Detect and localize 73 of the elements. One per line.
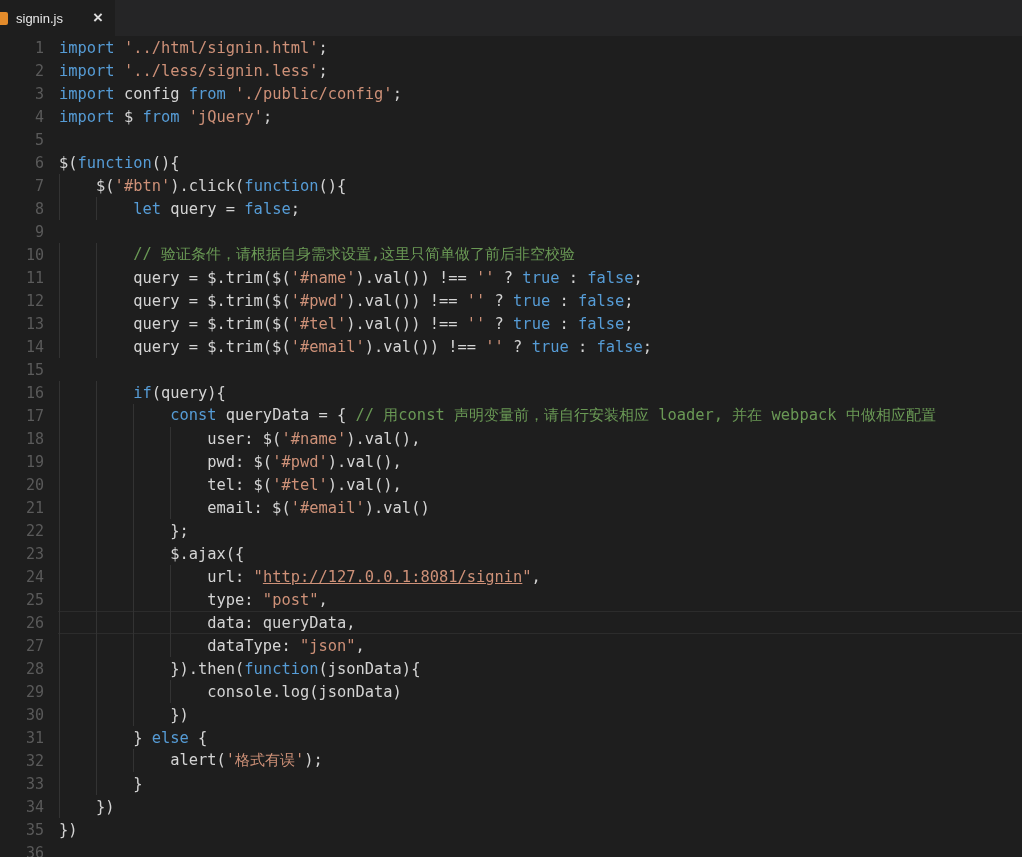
line-number: 36 [24, 843, 45, 857]
code-line: user: $('#name').val(), [207, 429, 421, 448]
line-number: 12 [24, 291, 45, 310]
code-line: pwd: $('#pwd').val(), [207, 452, 402, 471]
line-number: 18 [24, 429, 45, 448]
code-line: query = $.trim($('#tel').val()) !== '' ? true : false; [133, 314, 634, 333]
line-number: 7 [33, 176, 45, 195]
line-number: 32 [24, 751, 45, 770]
code-line: }) [59, 820, 78, 839]
line-number: 28 [24, 659, 45, 678]
line-number: 10 [24, 245, 45, 264]
code-line: data: queryData, [207, 613, 356, 632]
line-number: 13 [24, 314, 45, 333]
line-number: 8 [33, 199, 45, 218]
code-line: const queryData = { // 用const 声明变量前，请自行安装相应 loader, 并在 webpack 中做相应配置 [170, 405, 936, 426]
code-line: $('#btn').click(function(){ [96, 176, 347, 195]
tab-label: signin.js [16, 10, 63, 26]
line-number: 6 [33, 153, 45, 172]
js-file-icon [0, 11, 8, 25]
line-number: 14 [24, 337, 45, 356]
line-number: 9 [33, 222, 45, 241]
code-line: url: "http://127.0.0.1:8081/signin", [207, 567, 541, 586]
code-line: import '../less/signin.less'; [59, 61, 328, 80]
code-line: tel: $('#tel').val(), [207, 475, 402, 494]
code-line: query = $.trim($('#email').val()) !== '' ? true : false; [133, 337, 653, 356]
code-line: let query = false; [133, 199, 300, 218]
code-line: import $ from 'jQuery'; [59, 107, 273, 126]
code-line: import config from './public/config'; [59, 84, 402, 103]
line-number: 30 [24, 705, 45, 724]
code-line: // 验证条件，请根据自身需求设置,这里只简单做了前后非空校验 [133, 244, 576, 265]
code-line: alert('格式有误'); [170, 750, 323, 771]
line-number: 33 [24, 774, 45, 793]
line-number: 24 [24, 567, 45, 586]
code-line: }) [170, 705, 189, 724]
line-number: 25 [24, 590, 45, 609]
line-number: 20 [24, 475, 45, 494]
code-line: import '../html/signin.html'; [59, 38, 328, 57]
close-icon[interactable]: × [92, 8, 103, 28]
line-number: 29 [24, 682, 45, 701]
line-number: 21 [24, 498, 45, 517]
line-number: 2 [33, 61, 45, 80]
code-line: query = $.trim($('#pwd').val()) !== '' ? true : false; [133, 291, 634, 310]
line-number: 17 [24, 406, 45, 425]
code-url: http://127.0.0.1:8081/signin [262, 567, 523, 586]
line-number: 26 [24, 613, 45, 632]
line-number: 34 [24, 797, 45, 816]
line-number: 27 [24, 636, 45, 655]
code-line: }; [170, 521, 189, 540]
line-number: 31 [24, 728, 45, 747]
line-number: 15 [24, 360, 45, 379]
file-tab[interactable]: signin.js × [0, 0, 115, 36]
line-number: 35 [24, 820, 45, 839]
code-line: query = $.trim($('#name').val()) !== '' ? true : false; [133, 268, 643, 287]
line-number: 1 [33, 38, 45, 57]
code-line: if(query){ [133, 383, 226, 402]
line-number: 5 [33, 130, 45, 149]
line-number: 23 [24, 544, 45, 563]
code-line: email: $('#email').val() [207, 498, 430, 517]
code-line: console.log(jsonData) [207, 682, 402, 701]
code-line: $(function(){ [59, 153, 180, 172]
code-line: }) [96, 797, 115, 816]
line-number: 22 [24, 521, 45, 540]
code-line: } [133, 774, 143, 793]
code-line: type: "post", [207, 590, 328, 609]
line-number: 11 [24, 268, 45, 287]
code-line: }).then(function(jsonData){ [170, 659, 421, 678]
line-number: 16 [24, 383, 45, 402]
code-line: $.ajax({ [170, 544, 245, 563]
code-line: } else { [133, 728, 208, 747]
code-line: dataType: "json", [207, 636, 365, 655]
line-number: 4 [33, 107, 45, 126]
line-number: 3 [33, 84, 45, 103]
line-number: 19 [24, 452, 45, 471]
